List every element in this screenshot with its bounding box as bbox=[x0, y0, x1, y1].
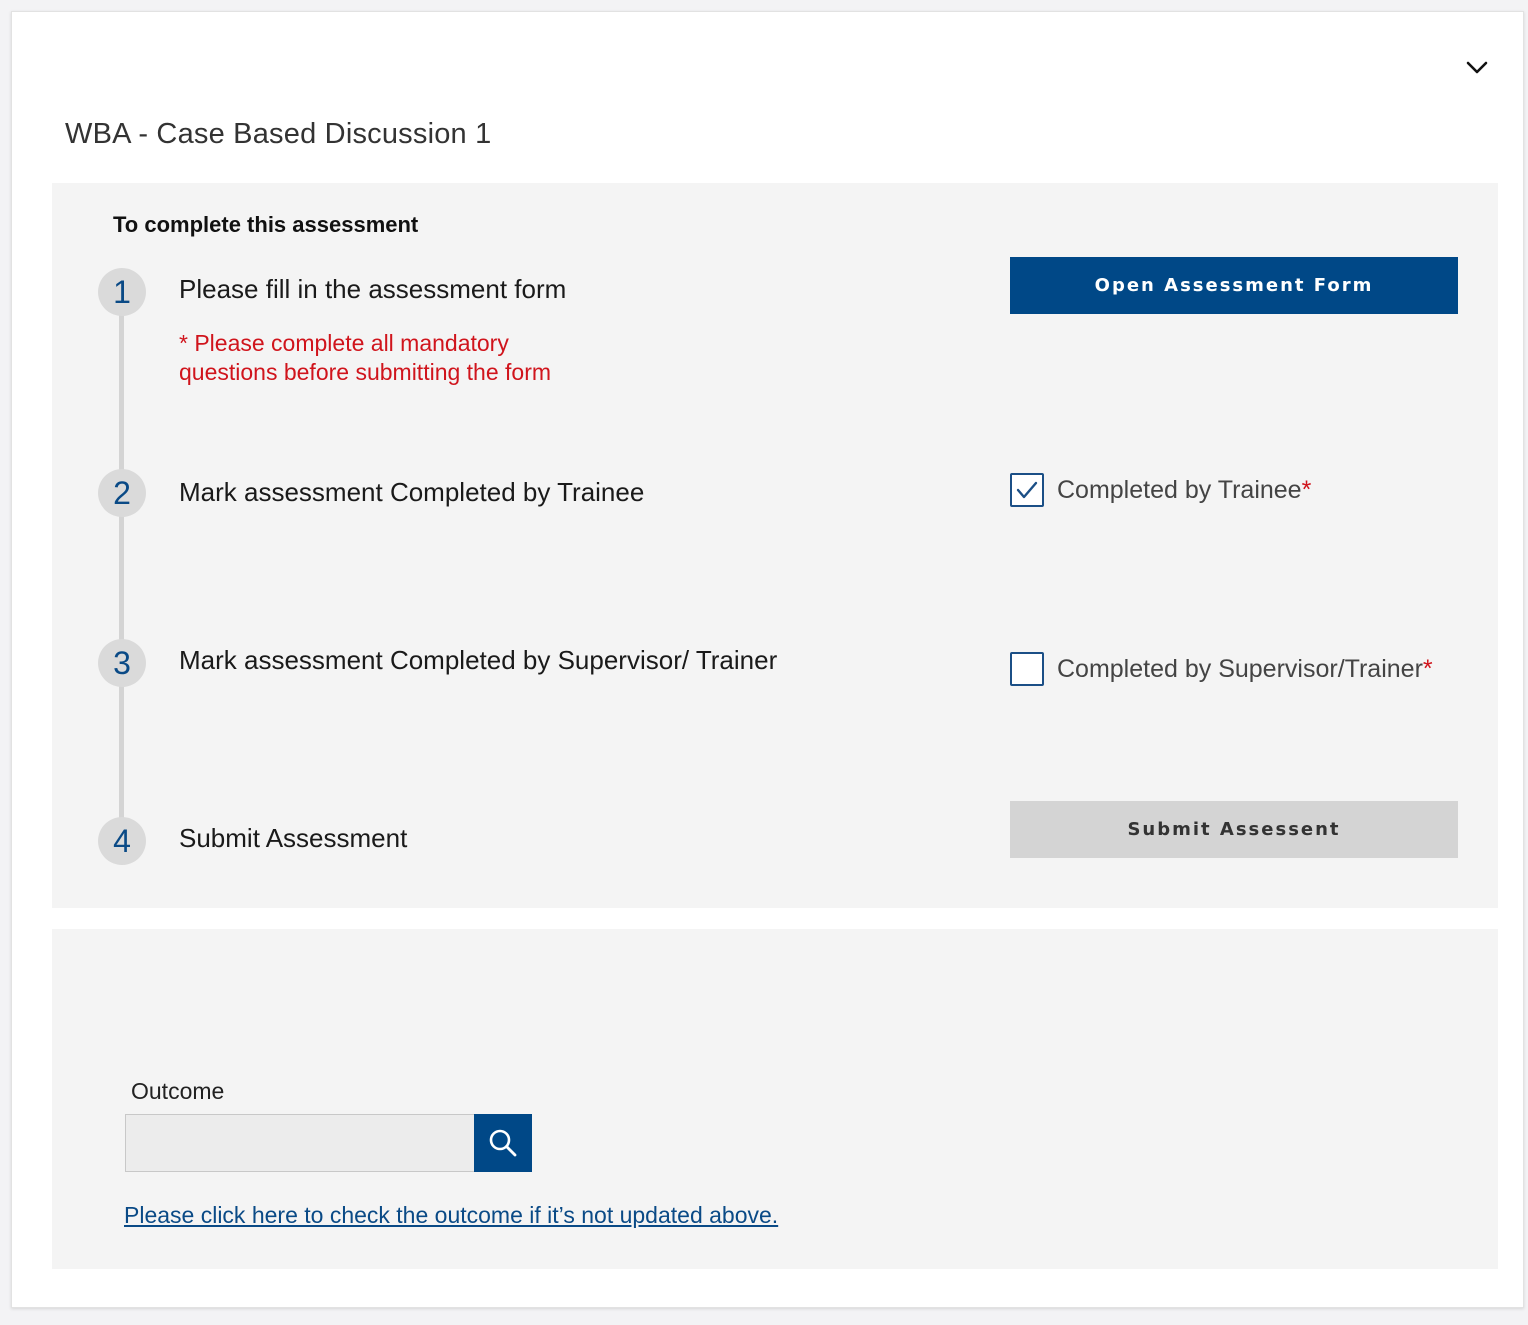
step-label-3: Mark assessment Completed by Supervisor/… bbox=[179, 645, 778, 675]
outcome-input[interactable] bbox=[125, 1114, 475, 1172]
step-label-4: Submit Assessment bbox=[179, 823, 408, 853]
step-label-2: Mark assessment Completed by Trainee bbox=[179, 477, 645, 507]
steps-panel: To complete this assessment 1 Please fil… bbox=[52, 183, 1498, 908]
supervisor-checkbox-row: Completed by Supervisor/Trainer* bbox=[1010, 652, 1433, 686]
step-number-3: 3 bbox=[98, 639, 146, 687]
open-assessment-form-button[interactable]: Open Assessment Form bbox=[1010, 257, 1458, 314]
supervisor-checkbox[interactable] bbox=[1010, 652, 1044, 686]
outcome-label: Outcome bbox=[131, 1078, 225, 1104]
supervisor-checkbox-label: Completed by Supervisor/Trainer* bbox=[1057, 654, 1433, 683]
search-icon bbox=[489, 1129, 517, 1157]
outcome-panel: Outcome Please click here to check the o… bbox=[52, 929, 1498, 1269]
trainee-checkbox[interactable] bbox=[1010, 473, 1044, 507]
trainee-checkbox-row: Completed by Trainee* bbox=[1010, 473, 1311, 507]
mandatory-warning: * Please complete all mandatory question… bbox=[179, 330, 552, 385]
page-title: WBA - Case Based Discussion 1 bbox=[65, 118, 492, 150]
check-outcome-link[interactable]: Please click here to check the outcome i… bbox=[124, 1202, 778, 1229]
step-number-4: 4 bbox=[98, 817, 146, 865]
required-mark: * bbox=[1422, 654, 1433, 683]
step-label-1: Please fill in the assessment form bbox=[179, 274, 567, 304]
steps-timeline bbox=[119, 293, 124, 833]
steps-heading: To complete this assessment bbox=[113, 212, 419, 237]
checkmark-icon bbox=[1016, 481, 1038, 499]
trainee-checkbox-label: Completed by Trainee* bbox=[1057, 475, 1312, 504]
submit-assessment-button[interactable]: Submit Assessent bbox=[1010, 801, 1458, 858]
assessment-card: WBA - Case Based Discussion 1 To complet… bbox=[11, 11, 1524, 1308]
step-number-1: 1 bbox=[98, 268, 146, 316]
outcome-search-button[interactable] bbox=[474, 1114, 532, 1172]
step-number-2: 2 bbox=[98, 469, 146, 517]
required-mark: * bbox=[1301, 475, 1312, 504]
chevron-down-icon[interactable] bbox=[1464, 55, 1490, 81]
